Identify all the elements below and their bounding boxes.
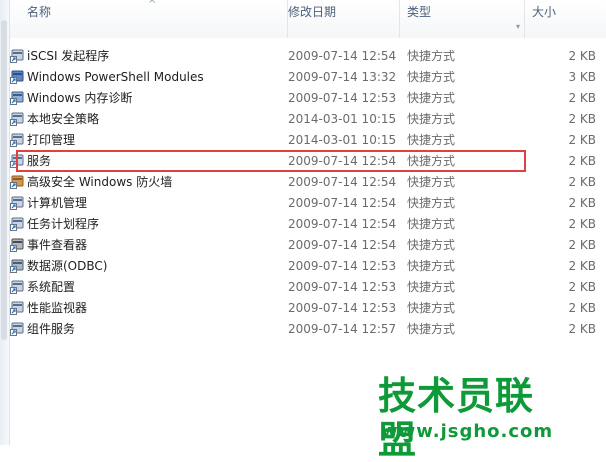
file-date: 2014-03-01 10:15 <box>288 133 397 147</box>
file-name: 数据源(ODBC) <box>27 259 108 273</box>
file-date: 2009-07-14 12:54 <box>288 49 397 63</box>
file-row[interactable]: 本地安全策略 2014-03-01 10:15 快捷方式 2 KB <box>10 109 606 130</box>
file-type: 快捷方式 <box>407 301 456 315</box>
file-type: 快捷方式 <box>407 70 456 84</box>
column-header-date-label: 修改日期 <box>288 5 337 19</box>
file-size: 2 KB <box>568 154 596 168</box>
file-type: 快捷方式 <box>407 49 456 63</box>
highlight-box <box>16 150 526 172</box>
file-size: 2 KB <box>568 175 596 189</box>
file-type: 快捷方式 <box>407 322 456 336</box>
column-dropdown-icon[interactable]: ▾ <box>516 14 523 31</box>
file-row[interactable]: 计算机管理 2009-07-14 12:54 快捷方式 2 KB <box>10 193 606 214</box>
file-name: 系统配置 <box>27 280 76 294</box>
file-name: 事件查看器 <box>27 238 88 252</box>
left-scroll-strip[interactable] <box>0 0 10 445</box>
column-header-name-label: 名称 <box>27 5 52 19</box>
file-date: 2009-07-14 12:53 <box>288 301 397 315</box>
file-row[interactable]: Windows PowerShell Modules 2009-07-14 13:… <box>10 67 606 88</box>
file-date: 2009-07-14 13:32 <box>288 70 397 84</box>
iscsi-shortcut-icon <box>10 49 24 63</box>
column-header-name[interactable]: 名称 <box>20 0 288 38</box>
file-date: 2009-07-14 12:53 <box>288 280 397 294</box>
file-size: 2 KB <box>568 238 596 252</box>
file-name: 组件服务 <box>27 322 76 336</box>
watermark-url: www.jsgho.com <box>381 421 554 442</box>
file-size: 2 KB <box>568 196 596 210</box>
file-type: 快捷方式 <box>407 238 456 252</box>
file-row[interactable]: 系统配置 2009-07-14 12:53 快捷方式 2 KB <box>10 277 606 298</box>
file-size: 2 KB <box>568 112 596 126</box>
firewall-shortcut-icon <box>10 175 24 189</box>
file-name: 本地安全策略 <box>27 112 100 126</box>
file-date: 2009-07-14 12:53 <box>288 259 397 273</box>
file-date: 2009-07-14 12:54 <box>288 217 397 231</box>
file-name: Windows PowerShell Modules <box>27 70 204 84</box>
file-type: 快捷方式 <box>407 112 456 126</box>
file-date: 2014-03-01 10:15 <box>288 112 397 126</box>
task-scheduler-shortcut-icon <box>10 217 24 231</box>
column-header-date[interactable]: 修改日期 <box>281 0 400 38</box>
event-viewer-shortcut-icon <box>10 238 24 252</box>
memory-diagnostic-shortcut-icon <box>10 91 24 105</box>
file-size: 2 KB <box>568 280 596 294</box>
file-date: 2009-07-14 12:54 <box>288 238 397 252</box>
file-name: 高级安全 Windows 防火墙 <box>27 175 173 189</box>
powershell-shortcut-icon <box>10 70 24 84</box>
file-size: 2 KB <box>568 133 596 147</box>
file-size: 2 KB <box>568 91 596 105</box>
file-size: 2 KB <box>568 301 596 315</box>
odbc-shortcut-icon <box>10 259 24 273</box>
column-header-type[interactable]: 类型 ▾ <box>400 0 525 38</box>
scroll-thumb[interactable] <box>1 20 7 340</box>
file-size: 2 KB <box>568 49 596 63</box>
watermark-title: 技术员联盟 <box>378 374 535 462</box>
column-header-bar: ^ 名称 修改日期 类型 ▾ 大小 <box>10 0 606 38</box>
file-name: 打印管理 <box>27 133 76 147</box>
file-type: 快捷方式 <box>407 175 456 189</box>
file-list: iSCSI 发起程序 2009-07-14 12:54 快捷方式 2 KB Window… <box>10 46 606 340</box>
file-date: 2009-07-14 12:57 <box>288 322 397 336</box>
file-type: 快捷方式 <box>407 259 456 273</box>
component-services-shortcut-icon <box>10 322 24 336</box>
file-size: 2 KB <box>568 259 596 273</box>
file-size: 3 KB <box>568 70 596 84</box>
file-type: 快捷方式 <box>407 91 456 105</box>
file-row[interactable]: 数据源(ODBC) 2009-07-14 12:53 快捷方式 2 KB <box>10 256 606 277</box>
system-configuration-shortcut-icon <box>10 280 24 294</box>
file-row[interactable]: 任务计划程序 2009-07-14 12:54 快捷方式 2 KB <box>10 214 606 235</box>
file-name: 计算机管理 <box>27 196 88 210</box>
column-header-size-label: 大小 <box>532 5 557 19</box>
file-row[interactable]: 事件查看器 2009-07-14 12:54 快捷方式 2 KB <box>10 235 606 256</box>
file-date: 2009-07-14 12:54 <box>288 175 397 189</box>
file-row[interactable]: 性能监视器 2009-07-14 12:53 快捷方式 2 KB <box>10 298 606 319</box>
performance-monitor-shortcut-icon <box>10 301 24 315</box>
column-header-type-label: 类型 <box>407 5 432 19</box>
local-security-policy-shortcut-icon <box>10 112 24 126</box>
watermark: 技术员联盟 www.jsgho.com <box>378 374 606 462</box>
file-row[interactable]: Windows 内存诊断 2009-07-14 12:53 快捷方式 2 KB <box>10 88 606 109</box>
print-management-shortcut-icon <box>10 133 24 147</box>
file-name: 任务计划程序 <box>27 217 100 231</box>
file-size: 2 KB <box>568 322 596 336</box>
file-name: iSCSI 发起程序 <box>27 49 110 63</box>
file-type: 快捷方式 <box>407 217 456 231</box>
file-date: 2009-07-14 12:54 <box>288 196 397 210</box>
file-type: 快捷方式 <box>407 133 456 147</box>
file-size: 2 KB <box>568 217 596 231</box>
column-header-size[interactable]: 大小 <box>525 0 606 38</box>
file-row[interactable]: 打印管理 2014-03-01 10:15 快捷方式 2 KB <box>10 130 606 151</box>
file-date: 2009-07-14 12:53 <box>288 91 397 105</box>
file-type: 快捷方式 <box>407 196 456 210</box>
file-row[interactable]: 组件服务 2009-07-14 12:57 快捷方式 2 KB <box>10 319 606 340</box>
file-row[interactable]: iSCSI 发起程序 2009-07-14 12:54 快捷方式 2 KB <box>10 46 606 67</box>
computer-management-shortcut-icon <box>10 196 24 210</box>
file-name: 性能监视器 <box>27 301 88 315</box>
file-type: 快捷方式 <box>407 280 456 294</box>
file-name: Windows 内存诊断 <box>27 91 133 105</box>
file-row[interactable]: 高级安全 Windows 防火墙 2009-07-14 12:54 快捷方式 2 KB <box>10 172 606 193</box>
